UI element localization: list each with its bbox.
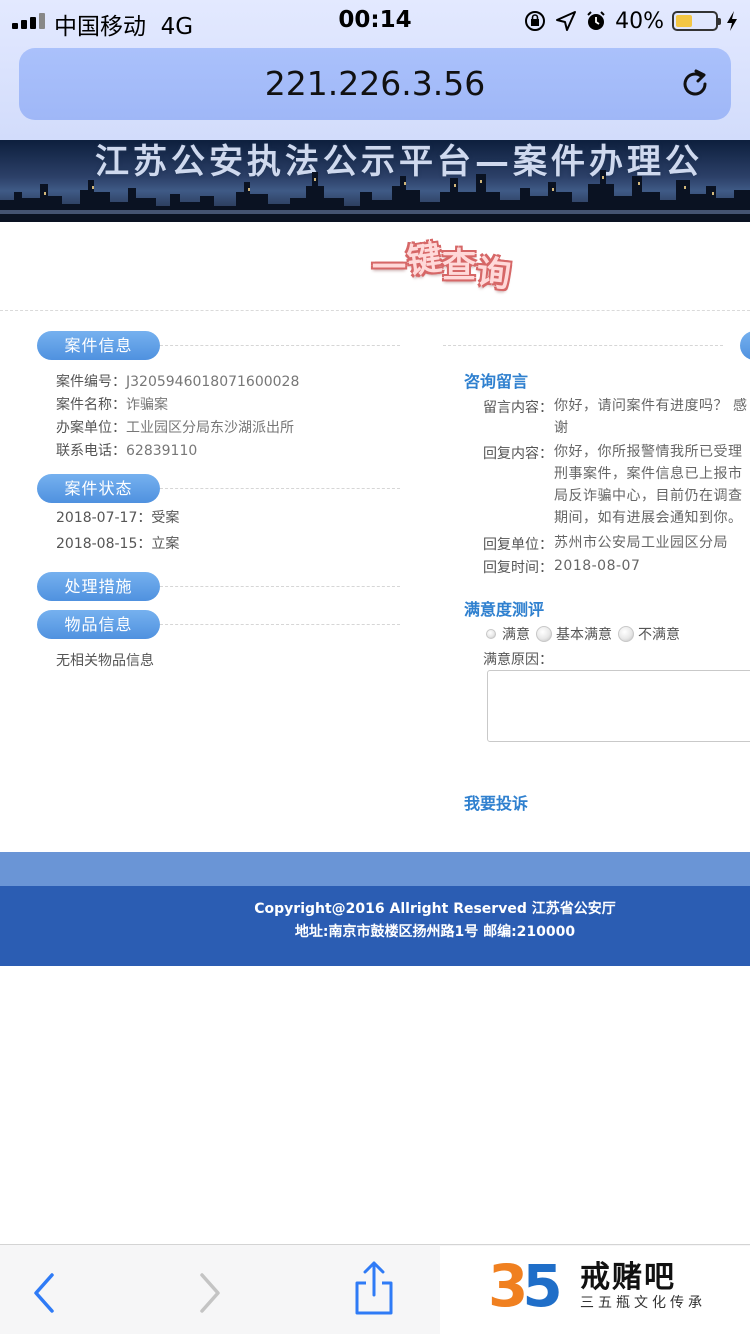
row-value: 62839110 [126,443,198,459]
footer: Copyright@2016 Allright Reserved 江苏省公安厅 … [0,886,750,966]
row-label: 办案单位： [56,420,126,436]
address-bar[interactable]: 221.226.3.56 [19,48,731,120]
message-content: 你好，请问案件有进度吗？ 感谢 [554,398,748,436]
status-date: 2018-08-15 [56,536,138,552]
satisfaction-heading: 满意度测评 [464,600,545,619]
location-icon [556,11,577,31]
site-banner: 江苏公安执法公示平台—案件办理公 [0,140,750,222]
alarm-icon [587,11,605,30]
case-name-row: 案件名称：诈骗案 [56,394,168,414]
footer-address: 地址:南京市鼓楼区扬州路1号 邮编:210000 [294,924,576,940]
section-divider [160,624,400,625]
logo-char: 键 [404,237,446,283]
row-value: J3205946018071600028 [126,374,300,390]
status-row: 2018-08-15：立案 [56,536,180,552]
reply-time-value: 2018-08-07 [554,558,641,574]
reply-unit-value: 苏州市公安局工业园区分局 [554,535,728,551]
handling-unit-row: 办案单位：工业园区分局东沙湖派出所 [56,417,294,437]
status-text: 受案 [151,510,180,526]
one-click-query-logo: 一键查询 [372,238,514,296]
section-divider [160,345,400,346]
row-value: 诈骗案 [126,397,168,413]
row-value: 工业园区分局东沙湖派出所 [126,420,294,436]
row-label: 案件编号： [56,374,126,390]
status-text: 立案 [151,536,180,552]
reply-time-label: 回复时间： [483,560,553,576]
message-label: 留言内容： [483,400,553,416]
divider [0,310,750,311]
back-icon[interactable] [8,1245,78,1334]
footer-copyright: Copyright@2016 Allright Reserved 江苏省公安厅 [254,901,616,917]
reload-icon[interactable] [677,66,713,102]
radio-label: 满意 [502,627,530,643]
section-measures: 处理措施 [37,572,160,601]
battery-percent: 40% [615,8,664,34]
status-bar: 中国移动 4G 00:14 40% [0,0,750,40]
section-case-status: 案件状态 [37,474,160,503]
reason-label: 满意原因： [483,652,553,668]
consult-heading: 咨询留言 [464,372,529,391]
section-divider [160,586,400,587]
forward-icon[interactable] [176,1245,246,1334]
watermark-subtitle: 三五瓶文化传承 [580,1295,706,1311]
reason-textarea[interactable] [487,670,750,742]
watermark-logo: 35 戒赌吧 三五瓶文化传承 [440,1246,750,1334]
page-root: 中国移动 4G 00:14 40% 221.226.3.56 江苏公安执法公示平… [0,0,750,1334]
status-row: 2018-07-17：受案 [56,510,180,526]
radio-basically-satisfied[interactable] [536,626,552,642]
charging-icon [727,11,737,31]
watermark-digit: 5 [522,1252,562,1320]
watermark-name: 戒赌吧 [580,1260,676,1295]
watermark-number: 35 [488,1252,563,1320]
radio-label: 基本满意 [556,627,612,643]
browser-top-chrome: 中国移动 4G 00:14 40% 221.226.3.56 [0,0,750,140]
reply-label: 回复内容： [483,446,553,462]
section-divider [443,345,723,346]
logo-char: 一 [372,248,407,288]
logo-char: 询 [474,252,514,296]
case-number-row: 案件编号：J3205946018071600028 [56,371,299,391]
city-skyline-image [0,170,750,222]
watermark-digit: 3 [488,1252,528,1320]
logo-char: 查 [442,246,477,286]
section-items: 物品信息 [37,610,160,639]
row-label: 案件名称： [56,397,126,413]
complain-link[interactable]: 我要投诉 [464,790,528,814]
orientation-lock-icon [525,11,546,31]
row-label: 联系电话： [56,443,126,459]
radio-unsatisfied[interactable] [618,626,634,642]
status-date: 2018-07-17 [56,510,138,526]
items-empty-text: 无相关物品信息 [56,653,154,669]
radio-label: 不满意 [638,627,680,643]
share-icon[interactable] [339,1245,409,1334]
footer-top-band [0,852,750,886]
reply-content: 你好，你所报警情我所已受理刑事案件，案件信息已上报市局反诈骗中心，目前仍在调查期… [554,444,743,526]
battery-icon [672,11,721,31]
satisfaction-radio-group: 满意 基本满意 不满意 [483,624,686,644]
section-divider [160,488,400,489]
section-case-info: 案件信息 [37,331,160,360]
radio-satisfied[interactable] [486,629,496,639]
section-pill-edge [740,331,750,360]
url-text[interactable]: 221.226.3.56 [19,48,731,120]
reply-unit-label: 回复单位： [483,537,553,553]
contact-phone-row: 联系电话：62839110 [56,440,197,460]
status-icons: 40% [523,7,738,35]
